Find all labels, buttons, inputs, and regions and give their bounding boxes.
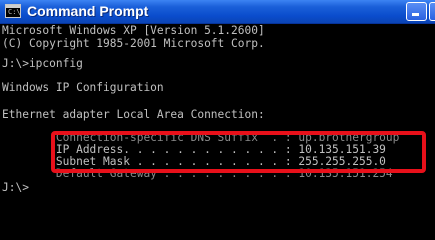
console-output[interactable]: Microsoft Windows XP [Version 5.1.2600] …: [0, 24, 435, 202]
title-bar[interactable]: C:\ Command Prompt: [0, 0, 435, 24]
cmd-icon-glyph: C:\: [8, 8, 21, 16]
minimize-button[interactable]: [406, 2, 427, 21]
console-line: Windows IP Configuration: [2, 81, 164, 94]
console-line: (C) Copyright 1985-2001 Microsoft Corp.: [2, 37, 265, 50]
console-line: Ethernet adapter Local Area Connection:: [2, 108, 265, 121]
cmd-icon[interactable]: C:\: [5, 4, 21, 18]
console-line: J:\>: [2, 181, 29, 194]
maximize-button[interactable]: [429, 2, 435, 21]
console-line: Microsoft Windows XP [Version 5.1.2600]: [2, 24, 265, 37]
console-line: J:\>ipconfig: [2, 57, 83, 70]
highlight-box: [51, 131, 426, 173]
window-title: Command Prompt: [27, 3, 149, 19]
